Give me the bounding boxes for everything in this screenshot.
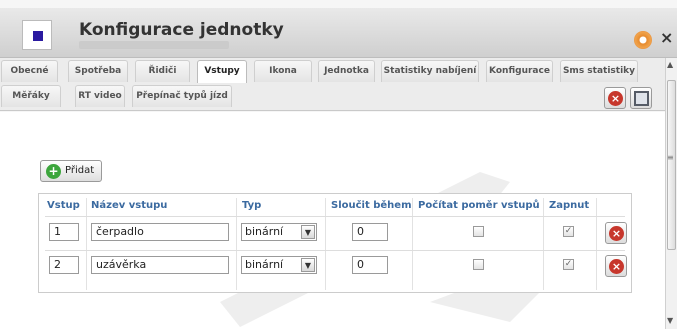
- tab-statistiky-nabijeni[interactable]: Statistiky nabíjení: [381, 60, 479, 82]
- header-typ: Typ: [242, 200, 262, 211]
- close-circle-icon: ×: [608, 91, 623, 106]
- merge-during-input[interactable]: 0: [352, 256, 388, 274]
- tab-vstupy[interactable]: Vstupy: [197, 60, 247, 83]
- add-button-label: Přidat: [65, 165, 95, 176]
- chevron-down-icon: ▼: [301, 258, 315, 272]
- scrollbar-thumb[interactable]: [667, 80, 676, 250]
- save-icon: [634, 91, 649, 106]
- row-divider: [45, 250, 625, 251]
- input-type-value: binární: [245, 258, 284, 271]
- tab-sms-statistiky[interactable]: Sms statistiky: [560, 60, 638, 82]
- tab-prepinac-typu-jizd[interactable]: Přepínač typů jízd: [132, 85, 232, 107]
- scroll-down-icon[interactable]: ▼: [667, 316, 673, 325]
- tab-ikona[interactable]: Ikona: [254, 60, 312, 82]
- tab-rt-video[interactable]: RT video: [75, 85, 125, 107]
- column-divider: [412, 198, 413, 290]
- save-button[interactable]: [630, 87, 652, 109]
- check-icon: ✓: [564, 259, 573, 269]
- add-icon: +: [46, 164, 61, 179]
- configuration-window: Konfigurace jednotky × Obecné Spotřeba Ř…: [0, 0, 677, 329]
- column-divider: [596, 198, 597, 290]
- delete-row-button[interactable]: ×: [605, 255, 627, 277]
- ratio-checkbox[interactable]: [473, 226, 484, 237]
- header-vstup: Vstup: [47, 200, 80, 211]
- merge-during-input[interactable]: 0: [352, 223, 388, 241]
- input-type-select[interactable]: binární ▼: [241, 223, 317, 241]
- column-divider: [86, 198, 87, 290]
- header-zapnut: Zapnut: [549, 200, 590, 211]
- column-divider: [325, 198, 326, 290]
- add-button[interactable]: + Přidat: [40, 160, 102, 182]
- close-tab-button[interactable]: ×: [604, 87, 626, 109]
- delete-icon: ×: [609, 259, 624, 274]
- check-icon: ✓: [564, 226, 573, 236]
- window-header: Konfigurace jednotky ×: [0, 8, 677, 58]
- scroll-grip-icon: ≡: [667, 153, 674, 162]
- ratio-checkbox[interactable]: [473, 259, 484, 270]
- tab-ridici[interactable]: Řidiči: [135, 60, 190, 82]
- input-name-field[interactable]: čerpadlo: [91, 223, 229, 241]
- delete-row-button[interactable]: ×: [605, 222, 627, 244]
- chevron-down-icon: ▼: [301, 225, 315, 239]
- vstup-number-input[interactable]: 2: [49, 256, 79, 274]
- settings-icon[interactable]: [634, 31, 652, 49]
- header-divider: [45, 216, 625, 217]
- tab-spotreba[interactable]: Spotřeba: [68, 60, 128, 82]
- content-panel: + Přidat Vstup Název vstupu Typ Sloučit …: [0, 112, 665, 329]
- tab-jednotka[interactable]: Jednotka: [318, 60, 375, 82]
- tab-obecne[interactable]: Obecné: [1, 60, 58, 82]
- tab-meraky[interactable]: Měřáky: [1, 85, 61, 107]
- delete-icon: ×: [609, 226, 624, 241]
- vstup-number-input[interactable]: 1: [49, 223, 79, 241]
- vertical-scrollbar[interactable]: ▲ ≡ ▼: [665, 58, 677, 329]
- app-icon: [22, 20, 52, 50]
- input-type-select[interactable]: binární ▼: [241, 256, 317, 274]
- column-divider: [543, 198, 544, 290]
- window-title: Konfigurace jednotky: [79, 20, 284, 40]
- enabled-checkbox[interactable]: ✓: [563, 226, 574, 237]
- header-sloucit-behem: Sloučit během: [331, 200, 412, 211]
- app-icon-mark: [33, 31, 43, 41]
- scroll-up-icon[interactable]: ▲: [667, 60, 673, 69]
- window-subtitle-blurred: [79, 41, 229, 49]
- tab-bar: Obecné Spotřeba Řidiči Vstupy Ikona Jedn…: [0, 58, 665, 111]
- inputs-table: Vstup Název vstupu Typ Sloučit během Poč…: [38, 193, 632, 293]
- tab-konfigurace[interactable]: Konfigurace: [486, 60, 553, 82]
- enabled-checkbox[interactable]: ✓: [563, 259, 574, 270]
- header-nazev-vstupu: Název vstupu: [91, 200, 168, 211]
- column-divider: [236, 198, 237, 290]
- input-type-value: binární: [245, 225, 284, 238]
- header-pocitat-pomer: Počítat poměr vstupů: [418, 200, 540, 211]
- input-name-field[interactable]: uzávěrka: [91, 256, 229, 274]
- window-close-button[interactable]: ×: [660, 28, 673, 47]
